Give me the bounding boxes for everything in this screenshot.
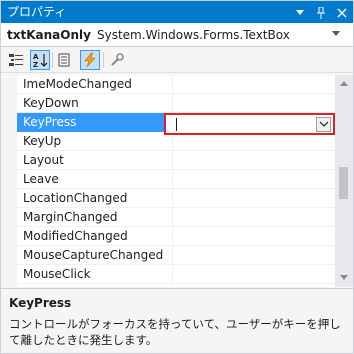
properties-icon (58, 53, 70, 67)
window-menu-dropdown-icon[interactable] (291, 3, 309, 21)
property-name: Layout (23, 153, 64, 167)
chevron-down-icon (319, 121, 329, 127)
object-selector[interactable]: txtKanaOnly System.Windows.Forms.TextBox (1, 23, 353, 47)
object-name: txtKanaOnly (7, 28, 91, 42)
svg-text:Z: Z (33, 61, 38, 68)
alphabetical-button[interactable]: A Z (30, 50, 50, 70)
property-pages-button[interactable] (107, 50, 127, 70)
properties-button[interactable] (54, 50, 74, 70)
title-bar[interactable]: プロパティ (1, 1, 353, 23)
property-name: MouseClick (23, 267, 91, 281)
events-icon (84, 52, 96, 68)
vertical-scrollbar[interactable] (335, 75, 353, 287)
property-name: KeyPress (23, 115, 77, 129)
property-pages-icon (111, 53, 124, 66)
scroll-up-arrow-icon[interactable] (340, 81, 348, 86)
dropdown-button[interactable] (316, 117, 331, 132)
property-name: ModifiedChanged (23, 229, 128, 243)
text-caret (176, 118, 177, 131)
svg-text:A: A (33, 53, 39, 61)
property-row[interactable]: MouseClick (17, 265, 335, 284)
description-title: KeyPress (9, 296, 72, 310)
object-type: System.Windows.Forms.TextBox (97, 28, 290, 42)
property-name: Leave (23, 172, 59, 186)
categorized-button[interactable] (6, 50, 26, 70)
toolbar-separator (52, 52, 53, 68)
property-name: MarginChanged (23, 210, 118, 224)
window-title: プロパティ (7, 5, 67, 19)
toolbar-separator (103, 52, 104, 68)
grid-gutter (1, 75, 17, 287)
property-row[interactable]: Layout (17, 151, 335, 170)
alphabetical-icon: A Z (33, 53, 48, 68)
close-icon[interactable] (333, 3, 351, 21)
property-name: LocationChanged (23, 191, 128, 205)
property-grid: ImeModeChanged KeyDown KeyPress KeyUp La… (1, 75, 353, 287)
scroll-down-arrow-icon[interactable] (340, 275, 348, 280)
property-row[interactable]: MarginChanged (17, 208, 335, 227)
property-row[interactable]: LocationChanged (17, 189, 335, 208)
description-text: コントロールがフォーカスを持っていて、ユーザーがキーを押して離したときに発生しま… (9, 317, 341, 347)
pin-icon[interactable] (312, 3, 330, 21)
property-row[interactable]: ModifiedChanged (17, 227, 335, 246)
categorized-icon (9, 54, 23, 66)
property-value[interactable] (172, 151, 335, 170)
property-row[interactable]: KeyDown (17, 94, 335, 113)
property-name: KeyUp (23, 134, 62, 148)
property-value[interactable] (172, 208, 335, 227)
properties-toolbar: A Z (1, 47, 353, 73)
property-value[interactable] (172, 170, 335, 189)
events-button[interactable] (80, 50, 100, 70)
description-pane: KeyPress コントロールがフォーカスを持っていて、ユーザーがキーを押して離… (1, 288, 353, 353)
property-row[interactable]: Leave (17, 170, 335, 189)
property-name: MouseCaptureChanged (23, 248, 164, 262)
property-value[interactable] (172, 227, 335, 246)
property-value[interactable] (172, 189, 335, 208)
property-value[interactable] (172, 75, 335, 94)
scrollbar-thumb[interactable] (339, 167, 348, 199)
property-name: KeyDown (23, 96, 79, 110)
properties-window: プロパティ txtKanaOnly System.Windows.Forms.T… (0, 0, 354, 354)
property-value[interactable] (172, 94, 335, 113)
chevron-down-icon[interactable] (332, 31, 340, 36)
property-name: ImeModeChanged (23, 77, 132, 91)
keypress-value-combobox[interactable] (164, 113, 335, 135)
property-row[interactable]: ImeModeChanged (17, 75, 335, 94)
property-row[interactable]: MouseCaptureChanged (17, 246, 335, 265)
property-value[interactable] (172, 246, 335, 265)
property-value[interactable] (172, 265, 335, 284)
